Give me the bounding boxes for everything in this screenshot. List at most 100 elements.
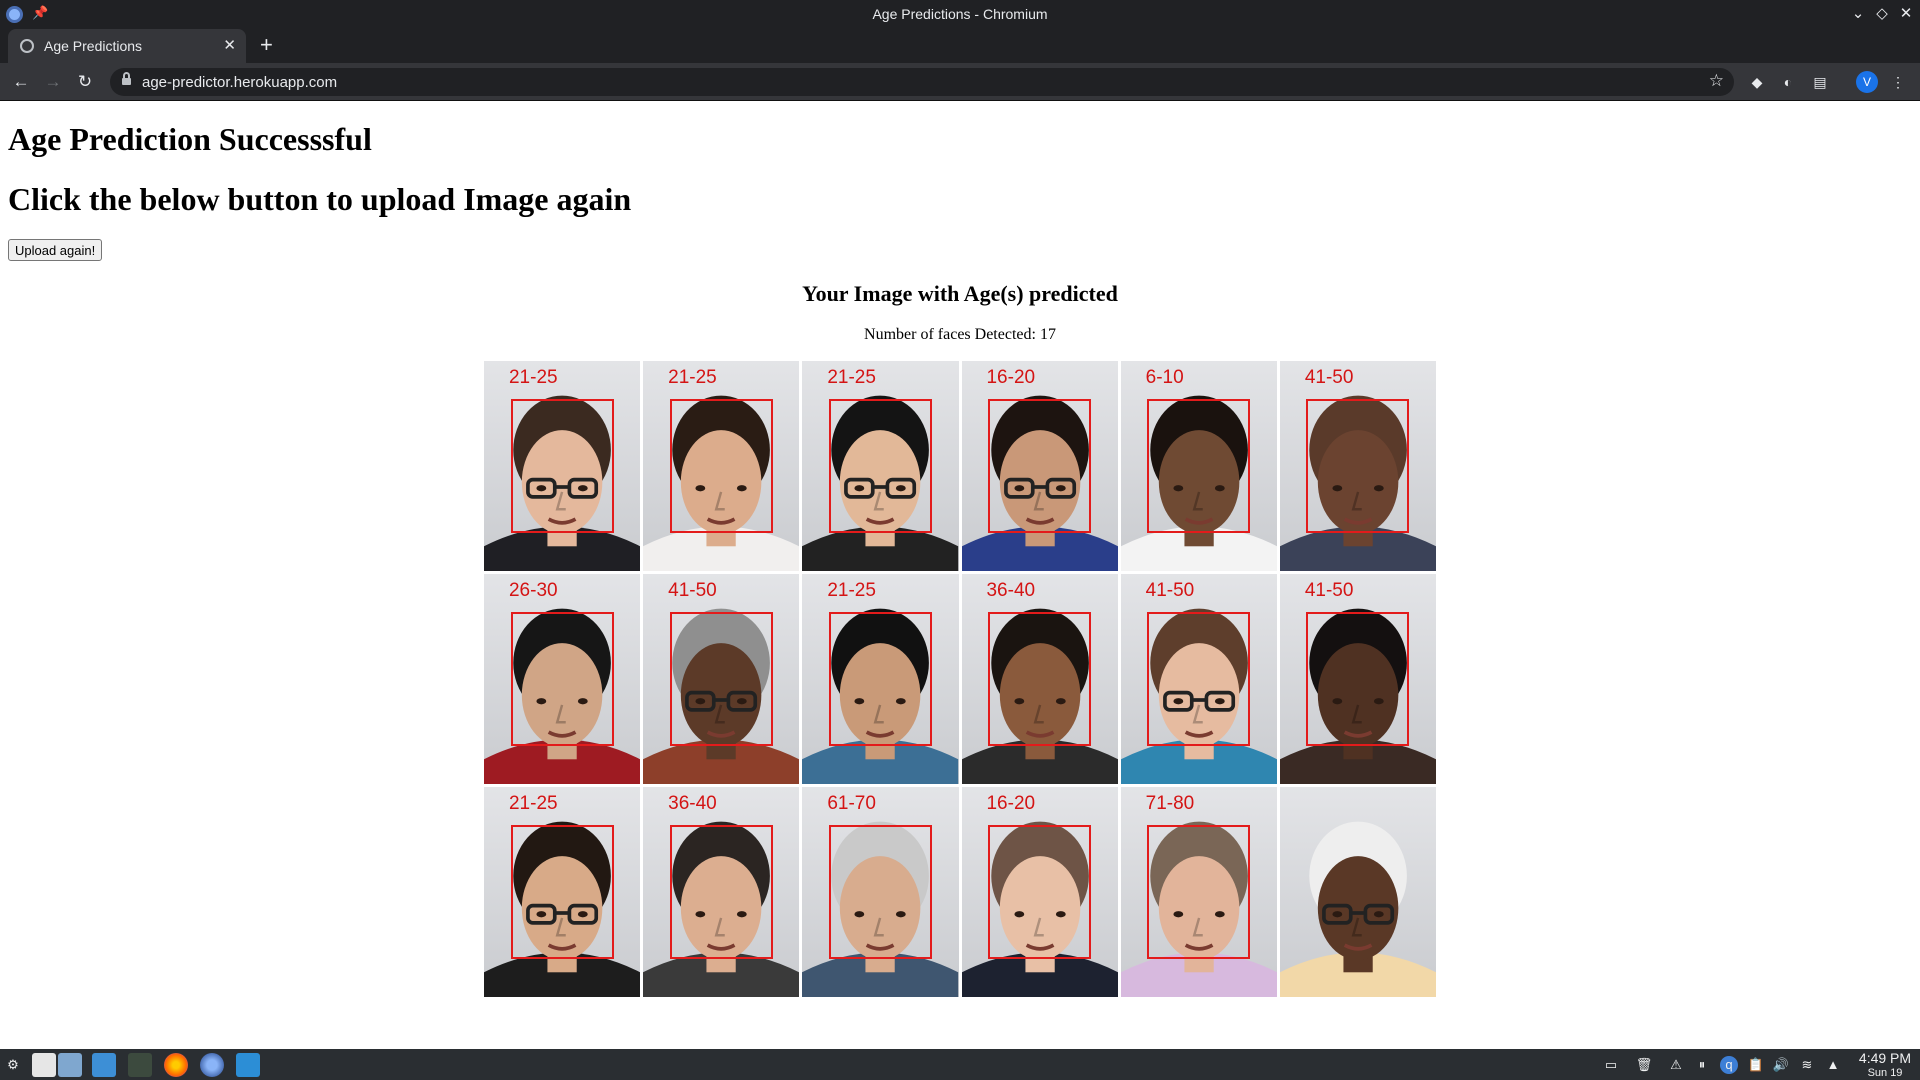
age-label: 36-40 — [668, 793, 717, 815]
forward-icon[interactable]: → — [42, 71, 64, 93]
age-label: 41-50 — [1145, 580, 1195, 602]
face-portrait: 26-30 — [484, 574, 641, 784]
age-label: 41-50 — [1304, 580, 1354, 602]
extensions-puzzle-icon[interactable]: ▤ — [1810, 72, 1830, 92]
speed-extension-icon[interactable]: ◐ — [1778, 72, 1798, 92]
face-portrait: 41-50 — [1279, 574, 1436, 784]
instruction-heading: Click the below button to upload Image a… — [8, 181, 632, 217]
menu-kebab-icon[interactable]: ⋮ — [1888, 72, 1908, 92]
age-label: 21-25 — [827, 367, 876, 389]
face-detection-box — [669, 398, 773, 534]
terminal-icon[interactable] — [128, 1053, 152, 1077]
age-label: 21-25 — [508, 793, 558, 815]
face-portrait: 36-40 — [961, 574, 1118, 784]
address-bar[interactable]: age-predictor.herokuapp.com ☆ — [110, 68, 1734, 96]
clock-time: 4:49 PM — [1858, 1050, 1912, 1066]
age-label: 6-10 — [1145, 367, 1184, 389]
profile-avatar[interactable]: V — [1856, 71, 1878, 93]
face-detection-box — [510, 398, 614, 534]
window-titlebar: 📌 Age Predictions - Chromium ⌄ ◇ ✕ — [0, 0, 1920, 29]
desktop-pager-icon[interactable] — [32, 1053, 56, 1077]
clock[interactable]: 4:49 PM Sun 19 — [1854, 1051, 1916, 1080]
age-label: 71-80 — [1145, 793, 1195, 815]
face-detection-box — [828, 398, 932, 534]
close-window-icon[interactable]: ✕ — [1896, 4, 1916, 24]
face-portrait: 16-20 — [961, 361, 1118, 571]
face-detection-box — [828, 824, 932, 960]
show-desktop-icon[interactable]: ▭ — [1602, 1056, 1620, 1074]
qbittorrent-icon[interactable]: q — [1720, 1056, 1738, 1074]
face-portrait: 21-25 — [802, 361, 959, 571]
portrait-illustration — [1279, 821, 1436, 997]
face-detection-box — [510, 611, 614, 747]
face-portrait: 41-50 — [1279, 361, 1436, 571]
faces-detected-count: Number of faces Detected: 17 — [864, 326, 1056, 343]
globe-icon — [20, 39, 34, 53]
volume-icon[interactable]: 🔊 — [1772, 1056, 1790, 1074]
minimize-icon[interactable]: ⌄ — [1848, 4, 1868, 24]
reload-icon[interactable]: ↻ — [74, 71, 96, 93]
face-portrait: 21-25 — [643, 361, 800, 571]
face-detection-box — [1147, 824, 1251, 960]
face-detection-box — [988, 611, 1092, 747]
file-manager-icon[interactable] — [92, 1053, 116, 1077]
face-portrait: 6-10 — [1120, 361, 1277, 571]
face-detection-box — [1306, 611, 1410, 747]
new-tab-icon[interactable]: + — [260, 32, 273, 58]
back-icon[interactable]: ← — [10, 71, 32, 93]
face-detection-box — [1147, 611, 1251, 747]
age-label: 36-40 — [986, 580, 1036, 602]
age-label: 41-50 — [668, 580, 717, 602]
clipboard-icon[interactable]: 📋 — [1747, 1056, 1765, 1074]
age-label: 21-25 — [508, 367, 558, 389]
face-portrait: 61-70 — [802, 787, 959, 997]
age-label: 16-20 — [986, 367, 1036, 389]
face-detection-box — [669, 824, 773, 960]
face-portrait: 71-80 — [1120, 787, 1277, 997]
lock-icon[interactable] — [122, 72, 131, 86]
face-detection-box — [669, 611, 773, 747]
pause-icon[interactable]: ⏸ — [1693, 1056, 1711, 1074]
close-tab-icon[interactable]: ✕ — [223, 36, 236, 54]
face-detection-box — [1147, 398, 1251, 534]
maximize-icon[interactable]: ◇ — [1872, 4, 1892, 24]
clock-date: Sun 19 — [1867, 1067, 1903, 1079]
browser-toolbar: ← → ↻ age-predictor.herokuapp.com ☆ ◆ ◐ … — [0, 63, 1920, 101]
face-detection-box — [988, 398, 1092, 534]
wifi-icon[interactable]: ≋ — [1798, 1056, 1816, 1074]
age-label: 21-25 — [668, 367, 717, 389]
tray-expand-icon[interactable]: ▲ — [1824, 1056, 1842, 1074]
face-portrait: 41-50 — [643, 574, 800, 784]
face-detection-box — [988, 824, 1092, 960]
web-page: Age Prediction Successsful Click the bel… — [0, 101, 1920, 1049]
firefox-icon[interactable] — [164, 1053, 188, 1077]
taskbar: ⚙ ▭ 🗑 ⚠ ⏸ q 📋 🔊 ≋ ▲ 4:49 PM Sun 19 — [0, 1049, 1920, 1080]
face-portrait: 36-40 — [643, 787, 800, 997]
result-title: Your Image with Age(s) predicted — [802, 281, 1118, 306]
notifications-icon[interactable]: ⚠ — [1667, 1056, 1685, 1074]
age-label: 41-50 — [1304, 367, 1354, 389]
app-launcher-icon[interactable]: ⚙ — [4, 1056, 22, 1074]
face-portrait: 41-50 — [1120, 574, 1277, 784]
trash-icon[interactable]: 🗑 — [1635, 1056, 1653, 1074]
upload-again-button[interactable]: Upload again! — [8, 239, 103, 261]
address-url[interactable]: age-predictor.herokuapp.com — [142, 74, 337, 91]
face-portrait: 21-25 — [484, 787, 641, 997]
chromium-taskbar-icon[interactable] — [200, 1053, 224, 1077]
age-label: 61-70 — [827, 793, 876, 815]
bookmark-star-icon[interactable]: ☆ — [1709, 71, 1724, 91]
face-detection-box — [510, 824, 614, 960]
window-title: Age Predictions - Chromium — [872, 6, 1048, 22]
tab-age-predictions[interactable]: Age Predictions ✕ — [8, 29, 246, 63]
success-heading: Age Prediction Successsful — [8, 121, 372, 157]
face-portrait: 21-25 — [484, 361, 641, 571]
brave-shield-extension-icon[interactable]: ◆ — [1747, 72, 1767, 92]
age-label: 16-20 — [986, 793, 1036, 815]
face-portrait: 21-25 — [802, 574, 959, 784]
predicted-faces-image: 21-25 21-25 21-25 16-20 6-10 41-50 26-30 41-50 2… — [484, 361, 1436, 997]
desktop-pager-2-icon[interactable] — [58, 1053, 82, 1077]
face-portrait: 16-20 — [961, 787, 1118, 997]
vscode-icon[interactable] — [236, 1053, 260, 1077]
face-portrait — [1279, 787, 1436, 997]
age-label: 21-25 — [827, 580, 876, 602]
